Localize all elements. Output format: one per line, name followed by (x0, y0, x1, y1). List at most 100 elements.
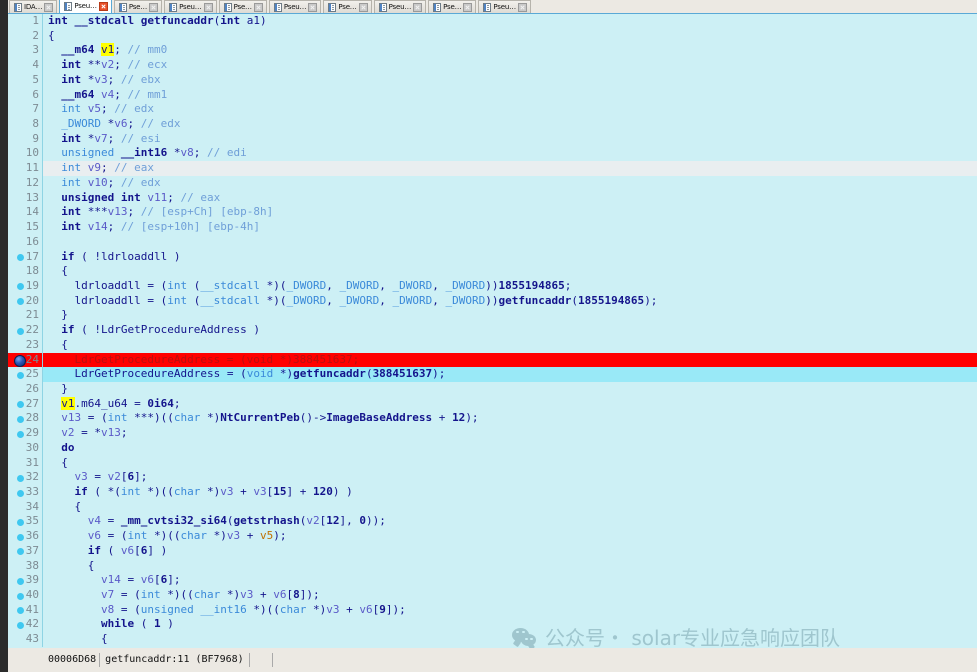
line-code[interactable]: if ( !LdrGetProcedureAddress ) (43, 323, 977, 338)
code-line[interactable]: 10 unsigned __int16 *v8; // edi (8, 146, 977, 162)
line-code[interactable]: if ( *(int *)((char *)v3 + v3[15] + 120)… (43, 485, 977, 500)
breakpoint-dot-icon[interactable] (17, 518, 24, 526)
tab-1[interactable]: Pseu… (59, 0, 112, 13)
line-code[interactable]: int __stdcall getfuncaddr(int a1) (43, 14, 977, 29)
line-code[interactable]: if ( !ldrloaddll ) (43, 250, 977, 265)
code-line[interactable]: 26 } (8, 381, 977, 397)
code-line[interactable]: 2{ (8, 28, 977, 44)
code-line[interactable]: 14 int ***v13; // [esp+Ch] [ebp-8h] (8, 205, 977, 221)
tab-5[interactable]: Pseu… (268, 0, 322, 13)
breakpoint-dot-icon[interactable] (17, 621, 24, 629)
code-line[interactable]: 39 v14 = v6[6]; (8, 573, 977, 589)
tab-8[interactable]: Pse… (428, 0, 477, 13)
line-code[interactable]: _DWORD *v6; // edx (43, 117, 977, 132)
close-icon[interactable] (308, 2, 318, 12)
line-code[interactable]: while ( 1 ) (43, 617, 977, 632)
code-line[interactable]: 35 v4 = _mm_cvtsi32_si64(getstrhash(v2[1… (8, 514, 977, 530)
code-line[interactable]: 11 int v9; // eax (8, 161, 977, 176)
line-code[interactable]: int **v2; // ecx (43, 58, 977, 73)
code-line[interactable]: 15 int v14; // [esp+10h] [ebp-4h] (8, 220, 977, 235)
line-code[interactable]: v1.m64_u64 = 0i64; (43, 396, 977, 412)
code-line[interactable]: 23 { (8, 337, 977, 353)
line-code[interactable]: { (43, 456, 977, 471)
code-listing[interactable]: 1 int __stdcall getfuncaddr(int a1) 2{3 __… (8, 14, 977, 648)
line-code[interactable]: LdrGetProcedureAddress = (void *)getfunc… (43, 367, 977, 382)
line-code[interactable]: if ( v6[6] ) (43, 544, 977, 559)
line-code[interactable]: int ***v13; // [esp+Ch] [ebp-8h] (43, 205, 977, 220)
code-line[interactable]: 17 if ( !ldrloaddll ) (8, 249, 977, 265)
line-code[interactable]: v14 = v6[6]; (43, 573, 977, 588)
code-line[interactable]: 40 v7 = (int *)((char *)v3 + v6[8]); (8, 588, 977, 603)
code-line[interactable]: 9 int *v7; // esi (8, 131, 977, 147)
code-line[interactable]: 28 v13 = (int ***)((char *)NtCurrentPeb(… (8, 411, 977, 427)
line-code[interactable]: } (43, 308, 977, 323)
close-icon[interactable] (44, 2, 54, 12)
code-line[interactable]: 43 { (8, 632, 977, 647)
breakpoint-dot-icon[interactable] (17, 489, 24, 497)
tab-3[interactable]: Pseu… (164, 0, 217, 13)
line-code[interactable]: int *v7; // esi (43, 132, 977, 147)
tab-7[interactable]: Pseu… (373, 0, 427, 13)
breakpoint-dot-icon[interactable] (17, 592, 24, 600)
line-code[interactable]: v8 = (unsigned __int16 *)((char *)v3 + v… (43, 603, 977, 618)
line-code[interactable]: v13 = (int ***)((char *)NtCurrentPeb()->… (43, 411, 977, 426)
line-code[interactable]: v4 = _mm_cvtsi32_si64(getstrhash(v2[12],… (43, 514, 977, 529)
line-code[interactable]: { (43, 559, 977, 574)
code-line[interactable]: 1 int __stdcall getfuncaddr(int a1) (8, 14, 977, 29)
code-line[interactable]: 4 int **v2; // ecx (8, 58, 977, 73)
line-code[interactable]: ldrloaddll = (int (__stdcall *)(_DWORD, … (43, 294, 977, 309)
breakpoint-dot-icon[interactable] (17, 577, 24, 585)
tab-4[interactable]: Pse… (218, 0, 267, 13)
tab-0[interactable]: IDA… (9, 0, 58, 13)
code-line[interactable]: 38 { (8, 558, 977, 574)
tab-9[interactable]: Pseu… (478, 0, 531, 13)
close-icon[interactable] (203, 2, 213, 12)
line-code[interactable]: __m64 v1; // mm0 (43, 43, 977, 58)
breakpoint-dot-icon[interactable] (17, 327, 24, 335)
line-code[interactable]: v2 = *v13; (43, 426, 977, 441)
line-code[interactable]: int v14; // [esp+10h] [ebp-4h] (43, 220, 977, 235)
code-line[interactable]: 6 __m64 v4; // mm1 (8, 87, 977, 103)
line-code[interactable]: do (43, 441, 977, 456)
pseudocode-editor[interactable]: 1 int __stdcall getfuncaddr(int a1) 2{3 __… (0, 14, 977, 648)
code-line[interactable]: 22 if ( !LdrGetProcedureAddress ) (8, 323, 977, 338)
breakpoint-dot-icon[interactable] (17, 533, 24, 541)
code-line[interactable]: 33 if ( *(int *)((char *)v3 + v3[15] + 1… (8, 485, 977, 500)
line-code[interactable]: unsigned int v11; // eax (43, 191, 977, 206)
close-icon[interactable] (517, 2, 527, 12)
line-code[interactable]: } (43, 382, 977, 397)
line-code[interactable]: v3 = v2[6]; (43, 470, 977, 485)
line-code[interactable]: { (43, 632, 977, 647)
code-line[interactable]: 25 LdrGetProcedureAddress = (void *)getf… (8, 367, 977, 382)
code-line[interactable]: 8 _DWORD *v6; // edx (8, 117, 977, 132)
line-code[interactable]: int v9; // eax (43, 161, 977, 176)
breakpoint-dot-icon[interactable] (17, 430, 24, 438)
code-line[interactable]: 16 (8, 234, 977, 250)
line-code[interactable]: v6 = (int *)((char *)v3 + v5); (43, 529, 977, 544)
code-line[interactable]: 41 v8 = (unsigned __int16 *)((char *)v3 … (8, 602, 977, 618)
code-line[interactable]: 34 { (8, 499, 977, 515)
code-line[interactable]: 31 { (8, 455, 977, 471)
line-code[interactable]: LdrGetProcedureAddress = (void *)3884516… (43, 352, 977, 368)
line-code[interactable]: { (43, 264, 977, 279)
close-icon[interactable] (358, 2, 368, 12)
code-line[interactable]: 12 int v10; // edx (8, 175, 977, 191)
line-code[interactable]: int *v3; // ebx (43, 73, 977, 88)
code-line[interactable]: 27 v1.m64_u64 = 0i64; (8, 396, 977, 412)
close-icon[interactable] (98, 2, 108, 11)
code-line[interactable]: 29 v2 = *v13; (8, 426, 977, 441)
code-line[interactable]: 18 { (8, 264, 977, 279)
breakpoint-dot-icon[interactable] (17, 415, 24, 423)
tab-2[interactable]: Pse… (113, 0, 163, 13)
line-code[interactable]: int v5; // edx (43, 102, 977, 117)
close-icon[interactable] (253, 2, 263, 12)
code-line[interactable]: 19 ldrloaddll = (int (__stdcall *)(_DWOR… (8, 278, 977, 294)
code-line[interactable]: 13 unsigned int v11; // eax (8, 190, 977, 206)
line-code[interactable]: ldrloaddll = (int (__stdcall *)(_DWORD, … (43, 279, 977, 294)
line-code[interactable]: { (43, 29, 977, 44)
current-instruction-icon[interactable] (14, 354, 26, 367)
line-code[interactable]: { (43, 500, 977, 515)
line-code[interactable]: unsigned __int16 *v8; // edi (43, 146, 977, 161)
code-line[interactable]: 32 v3 = v2[6]; (8, 470, 977, 485)
line-code[interactable]: { (43, 338, 977, 353)
